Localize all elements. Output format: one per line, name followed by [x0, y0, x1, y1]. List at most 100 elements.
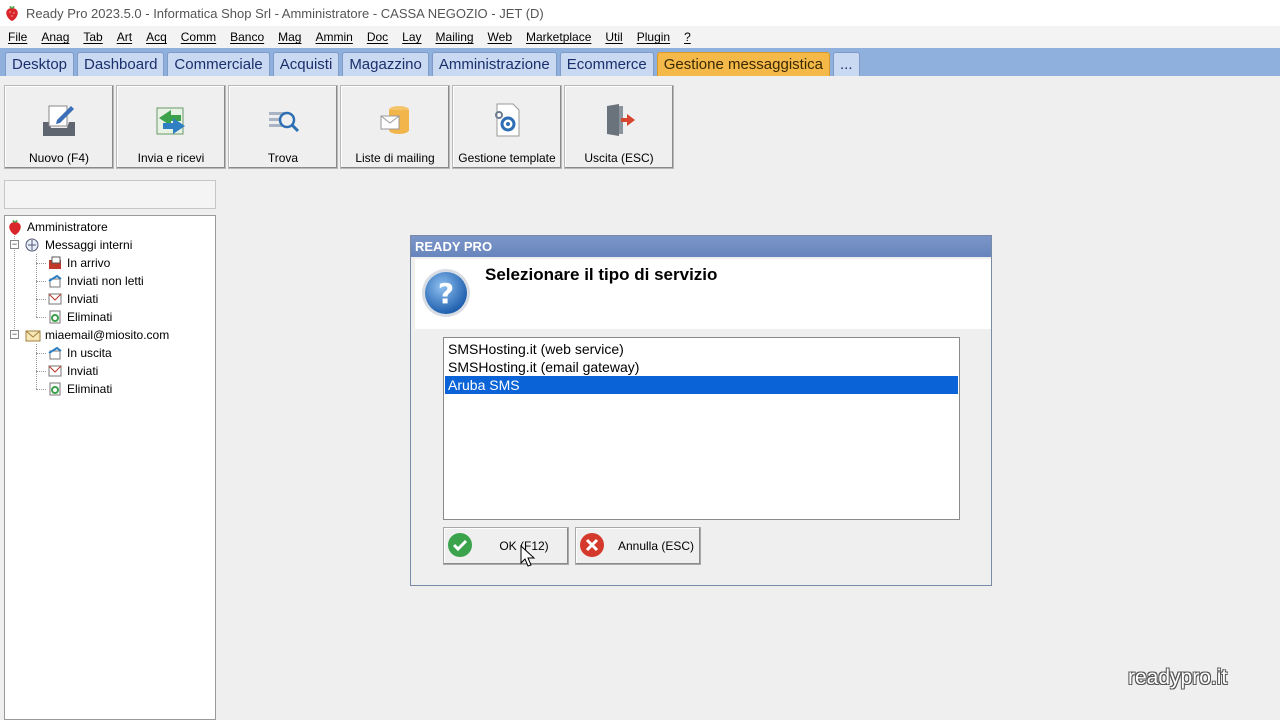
- new-button-label: Nuovo (F4): [28, 151, 90, 165]
- tree-connector: [36, 371, 46, 372]
- internal-messages-icon: [25, 238, 39, 252]
- collapse-icon[interactable]: −: [10, 330, 19, 339]
- tree-item-label: In arrivo: [67, 256, 111, 270]
- new-button[interactable]: Nuovo (F4): [4, 85, 114, 169]
- cancel-x-icon: [580, 533, 604, 557]
- menu-web[interactable]: Web: [481, 30, 519, 44]
- menu-mailing[interactable]: Mailing: [429, 30, 481, 44]
- tree-item-label: Inviati non letti: [67, 274, 144, 288]
- tree-item-label: In uscita: [67, 346, 112, 360]
- tree-search-input[interactable]: [4, 180, 216, 209]
- module-tabs-bar: Desktop Dashboard Commerciale Acquisti M…: [0, 48, 1280, 76]
- sent-icon: [48, 293, 62, 305]
- menu-comm[interactable]: Comm: [174, 30, 223, 44]
- tab-desktop[interactable]: Desktop: [5, 52, 75, 76]
- service-option-aruba[interactable]: Aruba SMS: [445, 376, 958, 394]
- menu-mag[interactable]: Mag: [271, 30, 308, 44]
- toolbar: Nuovo (F4) Invia e ricevi Trova Liste di…: [4, 85, 676, 169]
- tree-item-label: Amministratore: [27, 220, 108, 234]
- tree-item-root[interactable]: Amministratore: [7, 218, 108, 236]
- tree-connector: [36, 317, 46, 318]
- templates-button[interactable]: Gestione template: [452, 85, 562, 169]
- service-listbox[interactable]: SMSHosting.it (web service) SMSHosting.i…: [443, 337, 960, 520]
- tab-more[interactable]: ...: [833, 52, 860, 76]
- menu-acq[interactable]: Acq: [139, 30, 174, 44]
- sent-unread-icon: [48, 274, 62, 288]
- strawberry-logo-icon: [6, 6, 18, 21]
- strawberry-user-icon: [9, 220, 21, 235]
- tab-commerciale[interactable]: Commerciale: [167, 52, 270, 76]
- tree-item-deleted[interactable]: Eliminati: [47, 308, 112, 326]
- menu-util[interactable]: Util: [598, 30, 629, 44]
- service-option-smshosting-email[interactable]: SMSHosting.it (email gateway): [445, 358, 958, 376]
- tree-connector: [36, 389, 46, 390]
- menu-lay[interactable]: Lay: [395, 30, 428, 44]
- exit-button[interactable]: Uscita (ESC): [564, 85, 674, 169]
- window-title: Ready Pro 2023.5.0 - Informatica Shop Sr…: [26, 5, 544, 21]
- tree-item-account-deleted[interactable]: Eliminati: [47, 380, 112, 398]
- recycle-icon: [49, 382, 61, 396]
- tab-magazzino[interactable]: Magazzino: [342, 52, 429, 76]
- tree-connector: [36, 344, 37, 389]
- tree-item-label: Eliminati: [67, 382, 113, 396]
- tree-item-label: Inviati: [67, 292, 99, 306]
- tree-item-label: Inviati: [67, 364, 99, 378]
- ok-button[interactable]: OK (F12): [443, 527, 569, 565]
- menu-tab[interactable]: Tab: [76, 30, 109, 44]
- dialog-header: ? Selezionare il tipo di servizio: [415, 259, 991, 329]
- tab-acquisti[interactable]: Acquisti: [272, 52, 340, 76]
- checkmark-icon: [448, 533, 472, 557]
- cancel-button[interactable]: Annulla (ESC): [575, 527, 701, 565]
- sent-icon: [48, 365, 62, 377]
- outbox-icon: [48, 346, 62, 360]
- tree-item-outbox[interactable]: In uscita: [47, 344, 112, 362]
- tree-item-inbox[interactable]: In arrivo: [47, 254, 110, 272]
- menu-file[interactable]: File: [0, 30, 34, 44]
- folder-tree: Amministratore − Messaggi interni In arr…: [4, 215, 216, 720]
- new-message-icon: [43, 105, 75, 136]
- tree-item-label: Messaggi interni: [45, 238, 133, 252]
- tree-connector: [36, 353, 46, 354]
- menu-anag[interactable]: Anag: [34, 30, 76, 44]
- tree-item-email-account[interactable]: miaemail@miosito.com: [25, 326, 169, 344]
- find-button-label: Trova: [267, 151, 299, 165]
- menu-ammin[interactable]: Ammin: [308, 30, 359, 44]
- send-receive-icon: [156, 107, 185, 135]
- tree-item-sent[interactable]: Inviati: [47, 290, 98, 308]
- tab-gestione-messaggistica[interactable]: Gestione messaggistica: [656, 52, 831, 76]
- tree-item-label: Eliminati: [67, 310, 113, 324]
- send-receive-button[interactable]: Invia e ricevi: [116, 85, 226, 169]
- find-button[interactable]: Trova: [228, 85, 338, 169]
- title-bar: Ready Pro 2023.5.0 - Informatica Shop Sr…: [0, 0, 1280, 26]
- tree-item-internal-messages[interactable]: Messaggi interni: [25, 236, 132, 254]
- menu-help[interactable]: ?: [677, 30, 698, 44]
- mouse-cursor-icon: [520, 545, 536, 567]
- mailing-lists-button[interactable]: Liste di mailing: [340, 85, 450, 169]
- cancel-button-label: Annulla (ESC): [617, 539, 695, 553]
- mail-account-icon: [25, 330, 41, 342]
- menu-marketplace[interactable]: Marketplace: [519, 30, 598, 44]
- service-option-smshosting-web[interactable]: SMSHosting.it (web service): [445, 340, 958, 358]
- dialog-prompt: Selezionare il tipo di servizio: [485, 265, 718, 284]
- dialog-title: READY PRO: [411, 236, 991, 257]
- tree-item-label: miaemail@miosito.com: [45, 328, 170, 342]
- collapse-icon[interactable]: −: [10, 240, 19, 249]
- tab-amministrazione[interactable]: Amministrazione: [431, 52, 557, 76]
- tree-item-sent-unread[interactable]: Inviati non letti: [47, 272, 144, 290]
- tab-dashboard[interactable]: Dashboard: [77, 52, 165, 76]
- svg-text:?: ?: [438, 277, 454, 310]
- tab-ecommerce[interactable]: Ecommerce: [559, 52, 654, 76]
- tree-connector: [14, 236, 15, 335]
- menu-plugin[interactable]: Plugin: [630, 30, 677, 44]
- templates-button-label: Gestione template: [458, 151, 556, 165]
- recycle-icon: [49, 310, 61, 324]
- template-settings-icon: [495, 103, 520, 137]
- menu-art[interactable]: Art: [110, 30, 139, 44]
- tree-item-account-sent[interactable]: Inviati: [47, 362, 98, 380]
- tree-connector: [36, 299, 46, 300]
- service-type-dialog: READY PRO ? Selezionare il tipo di servi…: [410, 235, 992, 586]
- menu-banco[interactable]: Banco: [223, 30, 271, 44]
- menu-doc[interactable]: Doc: [360, 30, 395, 44]
- mailing-lists-button-label: Liste di mailing: [355, 151, 435, 165]
- question-icon: ?: [422, 269, 470, 317]
